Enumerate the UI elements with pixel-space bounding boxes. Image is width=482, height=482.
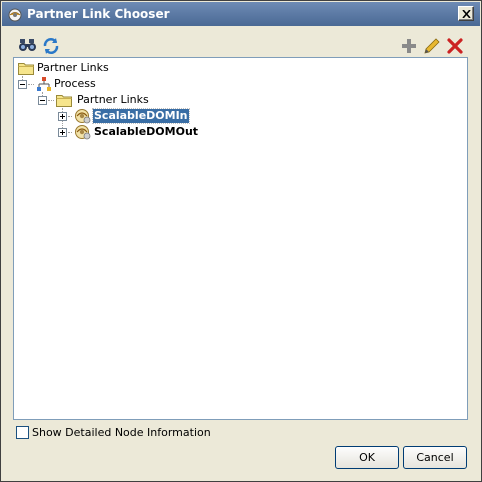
tree-node-scalable-dom-in[interactable]: ScalableDOMIn [58,108,218,124]
refresh-icon[interactable] [41,36,61,56]
tree-node-partner-links[interactable]: Partner Links [38,92,178,108]
tree-label-root: Partner Links [37,61,109,74]
tree-label-partner-links: Partner Links [77,93,149,106]
close-icon [462,10,471,18]
partner-link-chooser-dialog: Partner Link Chooser Partner Links Proce… [0,0,482,482]
show-details-label[interactable]: Show Detailed Node Information [32,426,211,439]
tree-label-scalable-dom-in: ScalableDOMIn [92,108,190,124]
pencil-icon[interactable] [422,36,442,56]
ok-button[interactable]: OK [335,446,399,469]
app-icon [7,6,23,22]
expand-scalable-dom-out-toggle[interactable] [58,128,67,137]
plus-icon[interactable] [399,36,419,56]
collapse-partner-links-toggle[interactable] [38,96,47,105]
window-title: Partner Link Chooser [27,7,170,21]
partner-link-tree[interactable]: Partner Links Process Partner Links Scal… [13,57,468,420]
partner-link-icon [73,124,91,143]
tree-node-process[interactable]: Process [18,76,138,92]
cancel-button[interactable]: Cancel [403,446,467,469]
tree-label-process: Process [54,77,96,90]
title-bar[interactable]: Partner Link Chooser [2,2,480,26]
collapse-process-toggle[interactable] [18,80,27,89]
binoculars-icon[interactable] [18,36,38,56]
close-button[interactable] [458,6,474,21]
tree-node-root[interactable]: Partner Links [18,60,158,76]
delete-icon[interactable] [445,36,465,56]
expand-scalable-dom-in-toggle[interactable] [58,112,67,121]
show-details-checkbox[interactable] [16,426,29,439]
tree-label-scalable-dom-out: ScalableDOMOut [94,125,199,138]
tree-node-scalable-dom-out[interactable]: ScalableDOMOut [58,124,218,140]
